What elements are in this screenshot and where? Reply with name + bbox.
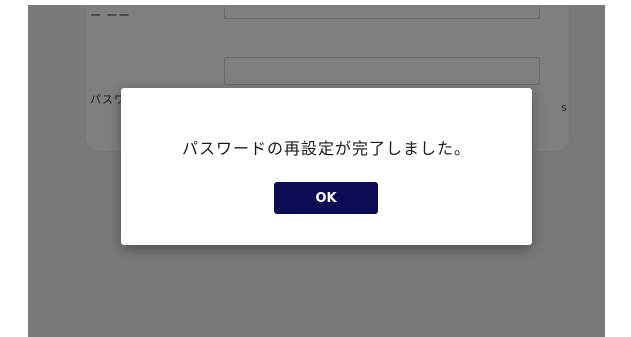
completion-dialog: パスワードの再設定が完了しました。 OK (121, 88, 532, 245)
page: ー ーー パスワード s パスワードの再設定が完了しました。 OK (0, 0, 631, 337)
dialog-message: パスワードの再設定が完了しました。 (181, 139, 471, 158)
app-viewport: ー ーー パスワード s パスワードの再設定が完了しました。 OK (28, 5, 605, 337)
ok-button[interactable]: OK (274, 182, 378, 214)
